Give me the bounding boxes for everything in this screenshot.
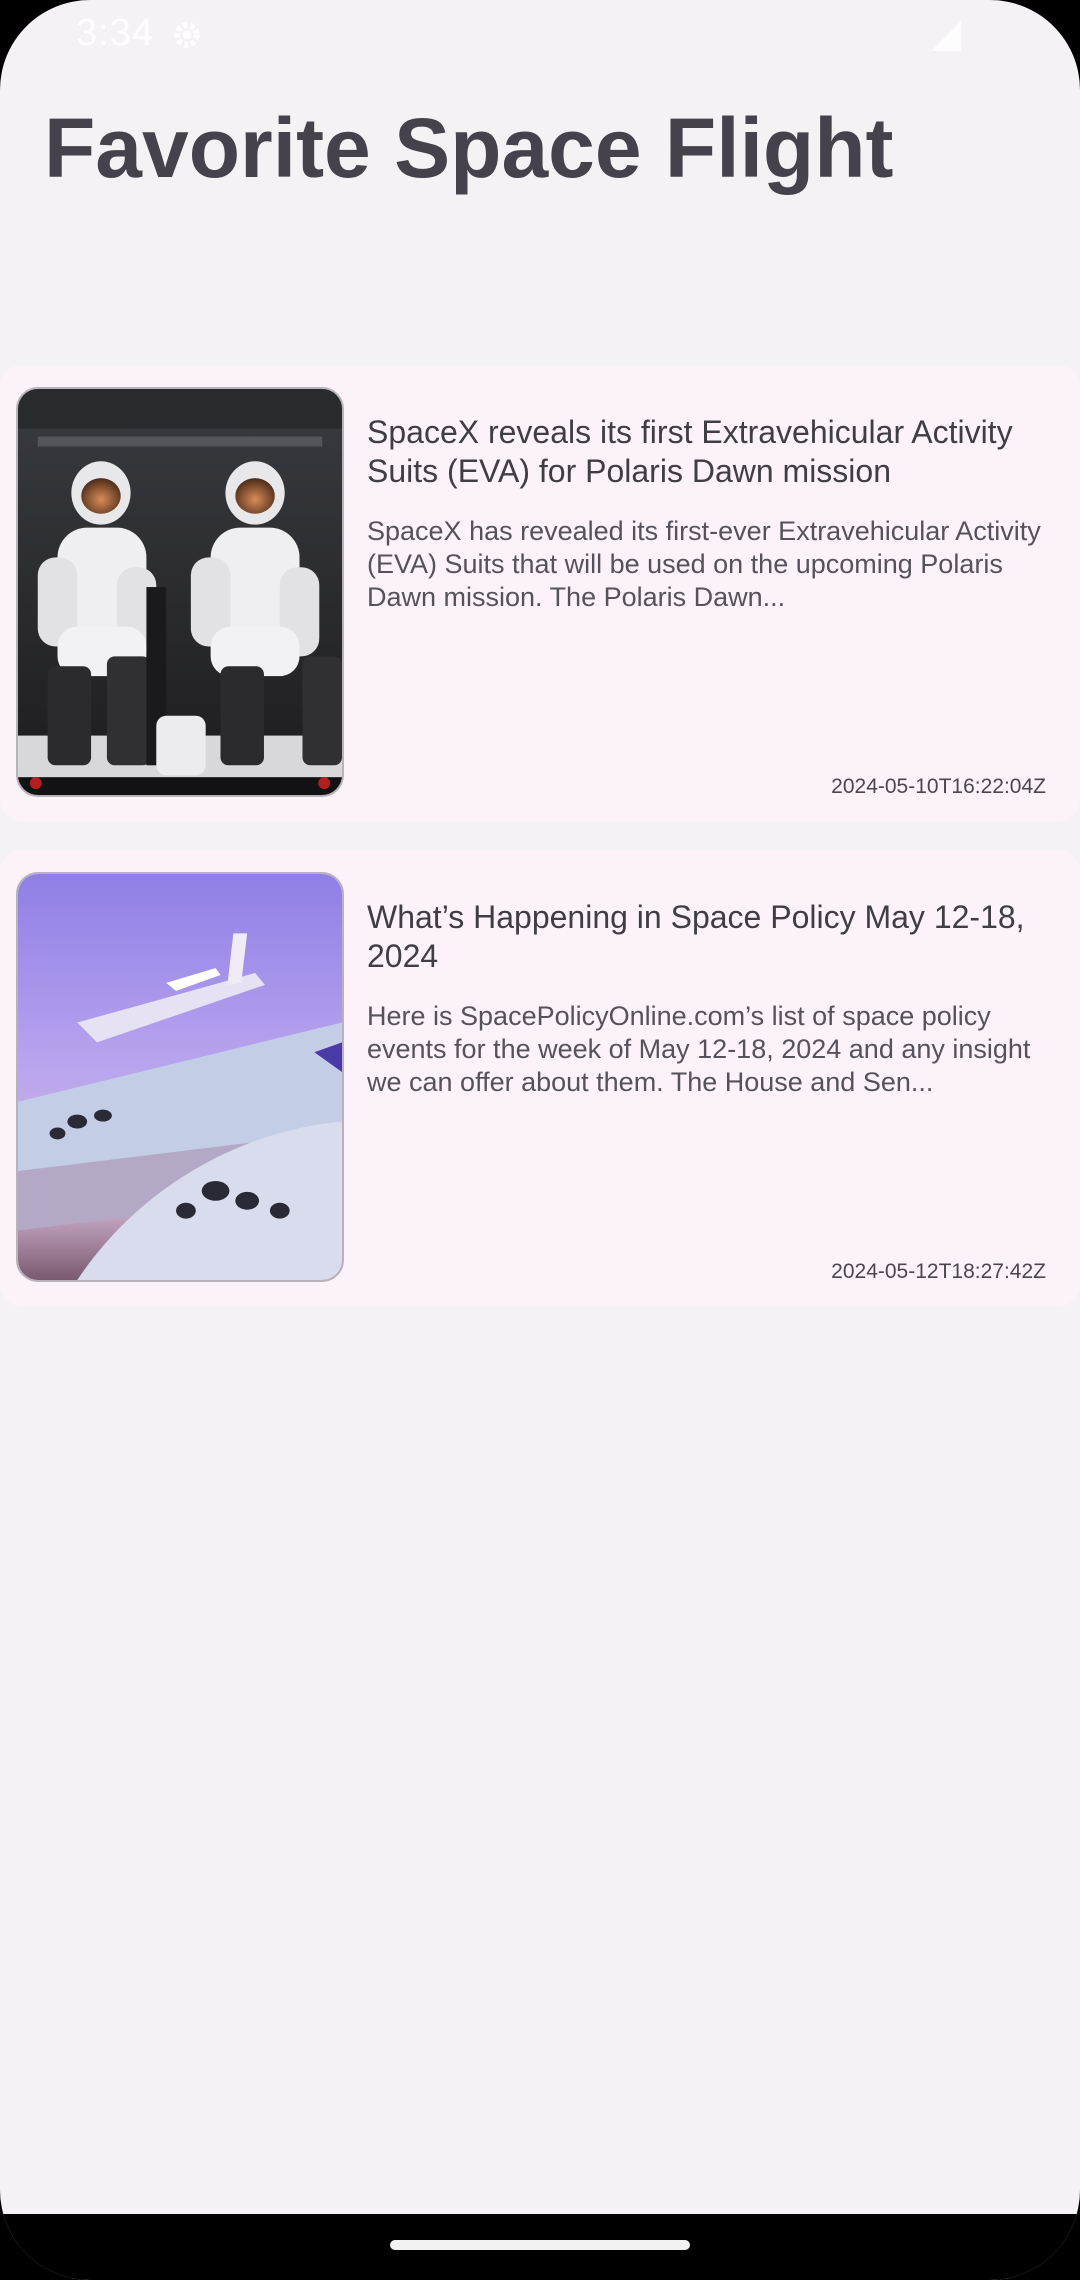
home-gesture-handle[interactable] — [390, 2240, 690, 2250]
article-summary: Here is SpacePolicyOnline.com’s list of … — [367, 1001, 1031, 1097]
article-card[interactable]: SpaceX reveals its first Extravehicular … — [0, 365, 1080, 821]
status-time: 3:34 — [76, 12, 154, 54]
app-screen: 3:34 Favorite Space Flight SpaceX reveal… — [0, 0, 1080, 2280]
spaceplane-image — [16, 872, 344, 1282]
gear-icon — [170, 18, 204, 52]
status-bar: 3:34 — [0, 0, 1080, 72]
article-date: 2024-05-12T18:27:42Z — [831, 1260, 1046, 1283]
article-title: SpaceX reveals its first Extravehicular … — [367, 414, 1013, 489]
astronauts-eva-suits-image — [16, 387, 344, 797]
article-card[interactable]: What’s Happening in Space Policy May 12-… — [0, 850, 1080, 1306]
signal-icon — [926, 18, 966, 54]
page-title: Favorite Space Flight — [44, 101, 894, 195]
article-date: 2024-05-10T16:22:04Z — [831, 775, 1046, 798]
article-title: What’s Happening in Space Policy May 12-… — [367, 899, 1025, 974]
article-summary: SpaceX has revealed its first-ever Extra… — [367, 516, 1041, 612]
